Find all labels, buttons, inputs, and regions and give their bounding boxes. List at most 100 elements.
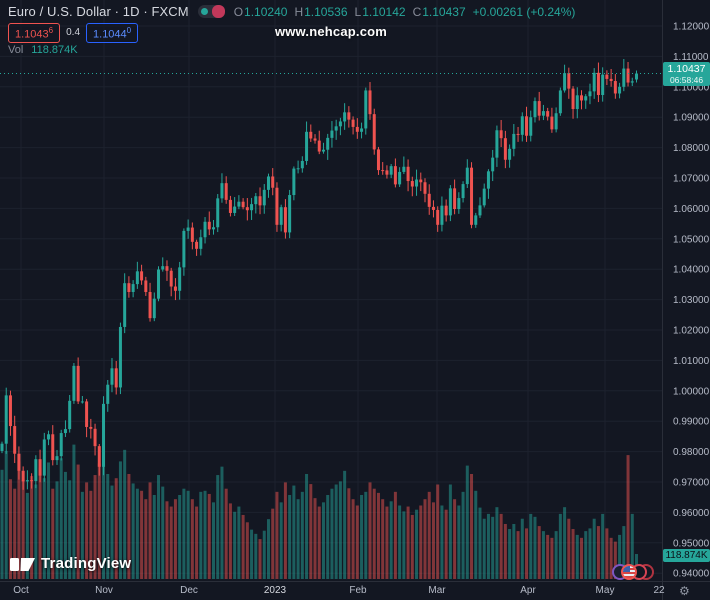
time-tick-label[interactable]: 22 [653, 585, 665, 596]
candle-body [563, 73, 567, 91]
volume-bar [283, 482, 287, 579]
volume-bar [309, 484, 313, 579]
candle-body [415, 179, 419, 187]
change-value: +0.00261 (+0.24%) [472, 4, 576, 19]
candle-body [343, 112, 347, 122]
candle-body [601, 74, 605, 96]
candle-body [347, 112, 351, 120]
candle-body [72, 365, 76, 401]
candle-body [237, 201, 241, 207]
volume-bar [431, 502, 435, 579]
candle-body [8, 395, 12, 427]
price-tick-label[interactable]: 1.12000 [673, 22, 710, 33]
price-tick-label[interactable]: 1.00000 [673, 386, 710, 397]
candle-body [406, 166, 410, 182]
volume-bar [406, 506, 410, 579]
chart-canvas[interactable]: 1.120001.110001.100001.090001.080001.070… [0, 0, 710, 600]
candle-body [402, 166, 406, 172]
price-tick-label[interactable]: 1.05000 [673, 234, 710, 245]
candle-body [283, 207, 287, 233]
price-tick-label[interactable]: 0.96000 [673, 508, 710, 519]
volume-bar [563, 507, 567, 579]
us-flag-event-icon[interactable] [621, 564, 637, 580]
candle-body [38, 459, 42, 476]
candle-body [592, 72, 596, 92]
volume-bar [212, 502, 215, 579]
time-tick-label[interactable]: Oct [13, 585, 29, 596]
candle-body [537, 101, 541, 116]
time-tick-label[interactable]: 2023 [264, 585, 287, 596]
volume-bar [376, 492, 380, 579]
price-tick-label[interactable]: 1.01000 [673, 356, 710, 367]
candle-body [389, 166, 393, 175]
flag-canton [623, 566, 630, 572]
buy-sell-toggle[interactable] [197, 5, 225, 18]
candle-body [376, 149, 380, 171]
candle-body [250, 204, 254, 211]
candle-body [567, 73, 571, 89]
candle-body [474, 215, 478, 225]
volume-bar [296, 499, 300, 579]
volume-bar [592, 518, 596, 579]
candle-body [224, 183, 228, 200]
volume-bar [186, 490, 190, 579]
price-tick-label[interactable]: 0.95000 [673, 538, 710, 549]
price-tick-label[interactable]: 0.98000 [673, 447, 710, 458]
volume-bar [157, 475, 161, 579]
candle-body [118, 326, 122, 388]
volume-bar [474, 490, 478, 579]
volume-bar [148, 482, 152, 579]
price-tick-label[interactable]: 0.97000 [673, 478, 710, 489]
volume-bar [389, 501, 393, 579]
volume-bar [486, 513, 490, 579]
candle-body [605, 74, 609, 79]
volume-bar [516, 531, 520, 579]
time-tick-label[interactable]: Mar [428, 585, 446, 596]
price-tick-label[interactable]: 1.08000 [673, 143, 710, 154]
candle-body [241, 201, 245, 208]
settings-gear-icon[interactable]: ⚙ [679, 584, 690, 598]
time-tick-label[interactable]: Feb [349, 585, 367, 596]
chart-window: 1.12000 1.11000 1.10000 1.09000 1.08000 1.070… [0, 0, 710, 600]
candle-body [97, 446, 101, 467]
time-tick-label[interactable]: May [596, 585, 615, 596]
volume-bar [355, 505, 359, 579]
price-tick-label[interactable]: 1.03000 [673, 295, 710, 306]
volume-bar [173, 499, 177, 579]
volume-bar [182, 488, 186, 579]
tradingview-logo[interactable]: TradingView [10, 554, 131, 573]
price-tick-label[interactable]: 0.99000 [673, 417, 710, 428]
candle-body [461, 184, 465, 199]
candle-body [410, 181, 414, 187]
candle-body [457, 198, 461, 210]
volume-bar [525, 528, 529, 579]
candle-body [114, 368, 118, 388]
price-tick-label[interactable]: 1.07000 [673, 174, 710, 185]
price-tick-label[interactable]: 1.06000 [673, 204, 710, 215]
volume-bar [448, 484, 452, 579]
candle-body [609, 78, 613, 82]
volume-bar [453, 499, 457, 579]
candle-body [173, 286, 177, 291]
volume-bar [512, 523, 516, 579]
volume-bar [423, 499, 427, 579]
volume-bar [482, 518, 486, 579]
price-tick-label[interactable]: 1.09000 [673, 113, 710, 124]
volume-bar [461, 491, 465, 579]
time-tick-label[interactable]: Nov [95, 585, 113, 596]
bar-countdown: 06:58:46 [669, 75, 704, 85]
candle-body [85, 401, 89, 427]
candle-body [182, 230, 186, 268]
high-value: 1.10536 [304, 4, 348, 19]
candle-body [216, 198, 220, 228]
volume-bar [131, 483, 135, 579]
price-tick-label[interactable]: 1.02000 [673, 326, 710, 337]
time-tick-label[interactable]: Apr [520, 585, 536, 596]
candle-body [520, 116, 524, 135]
volume-bar [288, 495, 292, 579]
price-tick-label[interactable]: 0.94000 [673, 569, 710, 580]
price-tick-label[interactable]: 1.04000 [673, 265, 710, 276]
candle-body [245, 207, 249, 211]
time-tick-label[interactable]: Dec [180, 585, 198, 596]
candle-body [558, 90, 562, 114]
